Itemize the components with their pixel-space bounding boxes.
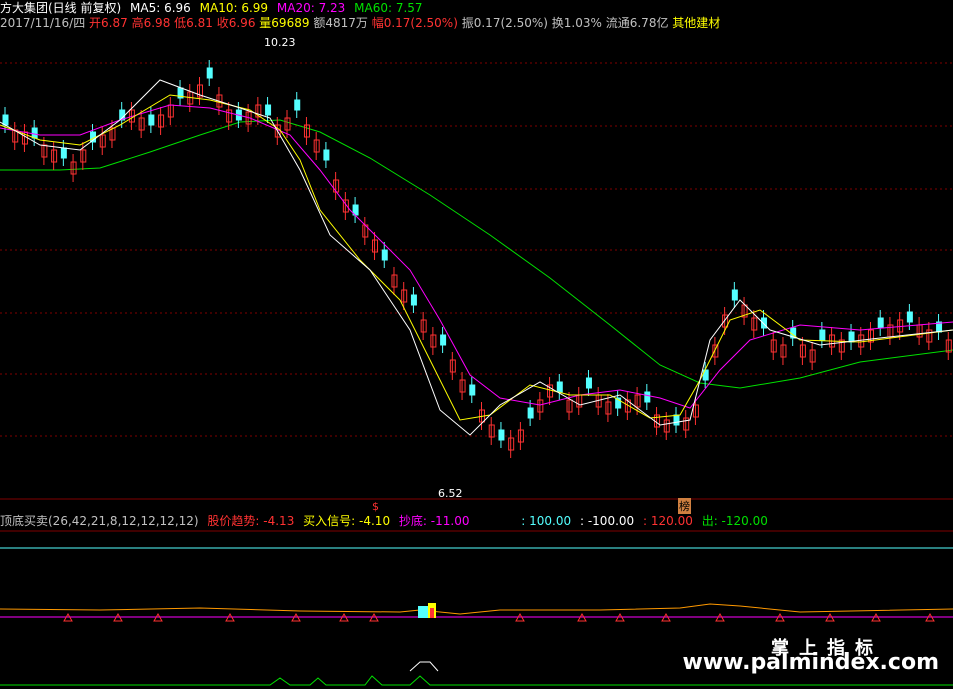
low-label: 低6.81: [174, 16, 213, 30]
candle-body: [381, 249, 388, 261]
ma10-label: MA10: 6.99: [199, 1, 269, 15]
float-label: 流通6.78亿: [605, 16, 669, 30]
volume-label: 量69689: [259, 16, 310, 30]
candle-body: [527, 407, 534, 419]
candle-body: [410, 294, 417, 306]
date-label: 2017/11/16/四: [0, 16, 86, 30]
candle-body: [294, 99, 301, 111]
amount-label: 额4817万: [313, 16, 368, 30]
candle-body: [323, 149, 330, 161]
bang-marker: 榜: [678, 498, 691, 514]
indicator-header: 顶底买卖(26,42,21,8,12,12,12,12) 股价趋势: -4.13…: [0, 513, 768, 529]
candle-body: [819, 329, 826, 341]
candle-body: [877, 317, 884, 329]
high-label: 高6.98: [131, 16, 171, 30]
candle-body: [848, 331, 855, 343]
candle-body: [2, 114, 9, 126]
candle-body: [761, 317, 768, 329]
signal-line: [0, 675, 953, 686]
candle-body: [585, 377, 592, 389]
candle-body: [906, 311, 913, 323]
candle-body: [440, 334, 447, 346]
candle-body: [60, 147, 67, 159]
ma60-series: [0, 119, 953, 389]
candle-body: [206, 67, 213, 79]
trend-series: [0, 603, 953, 615]
s-marker: $: [372, 500, 379, 513]
candle-body: [644, 391, 651, 403]
low-point-label: 6.52: [438, 487, 463, 500]
ma10-series: [0, 94, 953, 421]
indicator-name: 顶底买卖(26,42,21,8,12,12,12,12): [0, 514, 199, 528]
trend-value: 股价趋势: -4.13: [207, 514, 295, 528]
price-chart[interactable]: [0, 0, 953, 689]
header-row-2: 2017/11/16/四 开6.87 高6.98 低6.81 收6.96 量69…: [0, 15, 720, 31]
candle-body: [731, 289, 738, 301]
open-label: 开6.87: [89, 16, 128, 30]
ma60-label: MA60: 7.57: [354, 1, 423, 15]
candle-body: [469, 384, 476, 396]
value-100: : 100.00: [521, 514, 572, 528]
high-point-label: 10.23: [264, 36, 296, 49]
bottom-bar-red: [430, 608, 434, 618]
ma20-series: [0, 104, 953, 409]
sector-label: 其他建材: [672, 16, 721, 30]
ma5-series: [0, 79, 953, 436]
bottom-bar: [418, 606, 428, 618]
candle-body: [265, 104, 272, 116]
stock-title: 方大集团(日线 前复权): [0, 1, 122, 15]
value-120: : 120.00: [643, 514, 693, 528]
close-label: 收6.96: [216, 16, 256, 30]
ma-lines: [0, 79, 953, 436]
header-row-1: 方大集团(日线 前复权) MA5: 6.96 MA10: 6.99 MA20: …: [0, 0, 423, 16]
chart-grid: [0, 62, 953, 532]
candle-body: [556, 381, 563, 393]
change-label: 幅0.17(2.50%): [371, 16, 458, 30]
peak-signal-line: [409, 661, 439, 672]
turnover-label: 换1.03%: [551, 16, 602, 30]
candle-body: [148, 114, 155, 126]
amplitude-label: 振0.17(2.50%): [461, 16, 548, 30]
out-value: 出: -120.00: [701, 514, 768, 528]
buy-signal-value: 买入信号: -4.10: [303, 514, 391, 528]
ma20-label: MA20: 7.23: [276, 1, 346, 15]
candlestick-series: [2, 60, 952, 458]
value-neg100: : -100.00: [579, 514, 635, 528]
bottom-value: 抄底: -11.00: [398, 514, 470, 528]
ma60-line: [0, 119, 953, 389]
candle-body: [498, 429, 505, 441]
ma5-label: MA5: 6.96: [130, 1, 191, 15]
candle-body: [673, 414, 680, 426]
watermark-url: www.palmindex.com: [682, 650, 939, 675]
candle-body: [31, 127, 38, 139]
